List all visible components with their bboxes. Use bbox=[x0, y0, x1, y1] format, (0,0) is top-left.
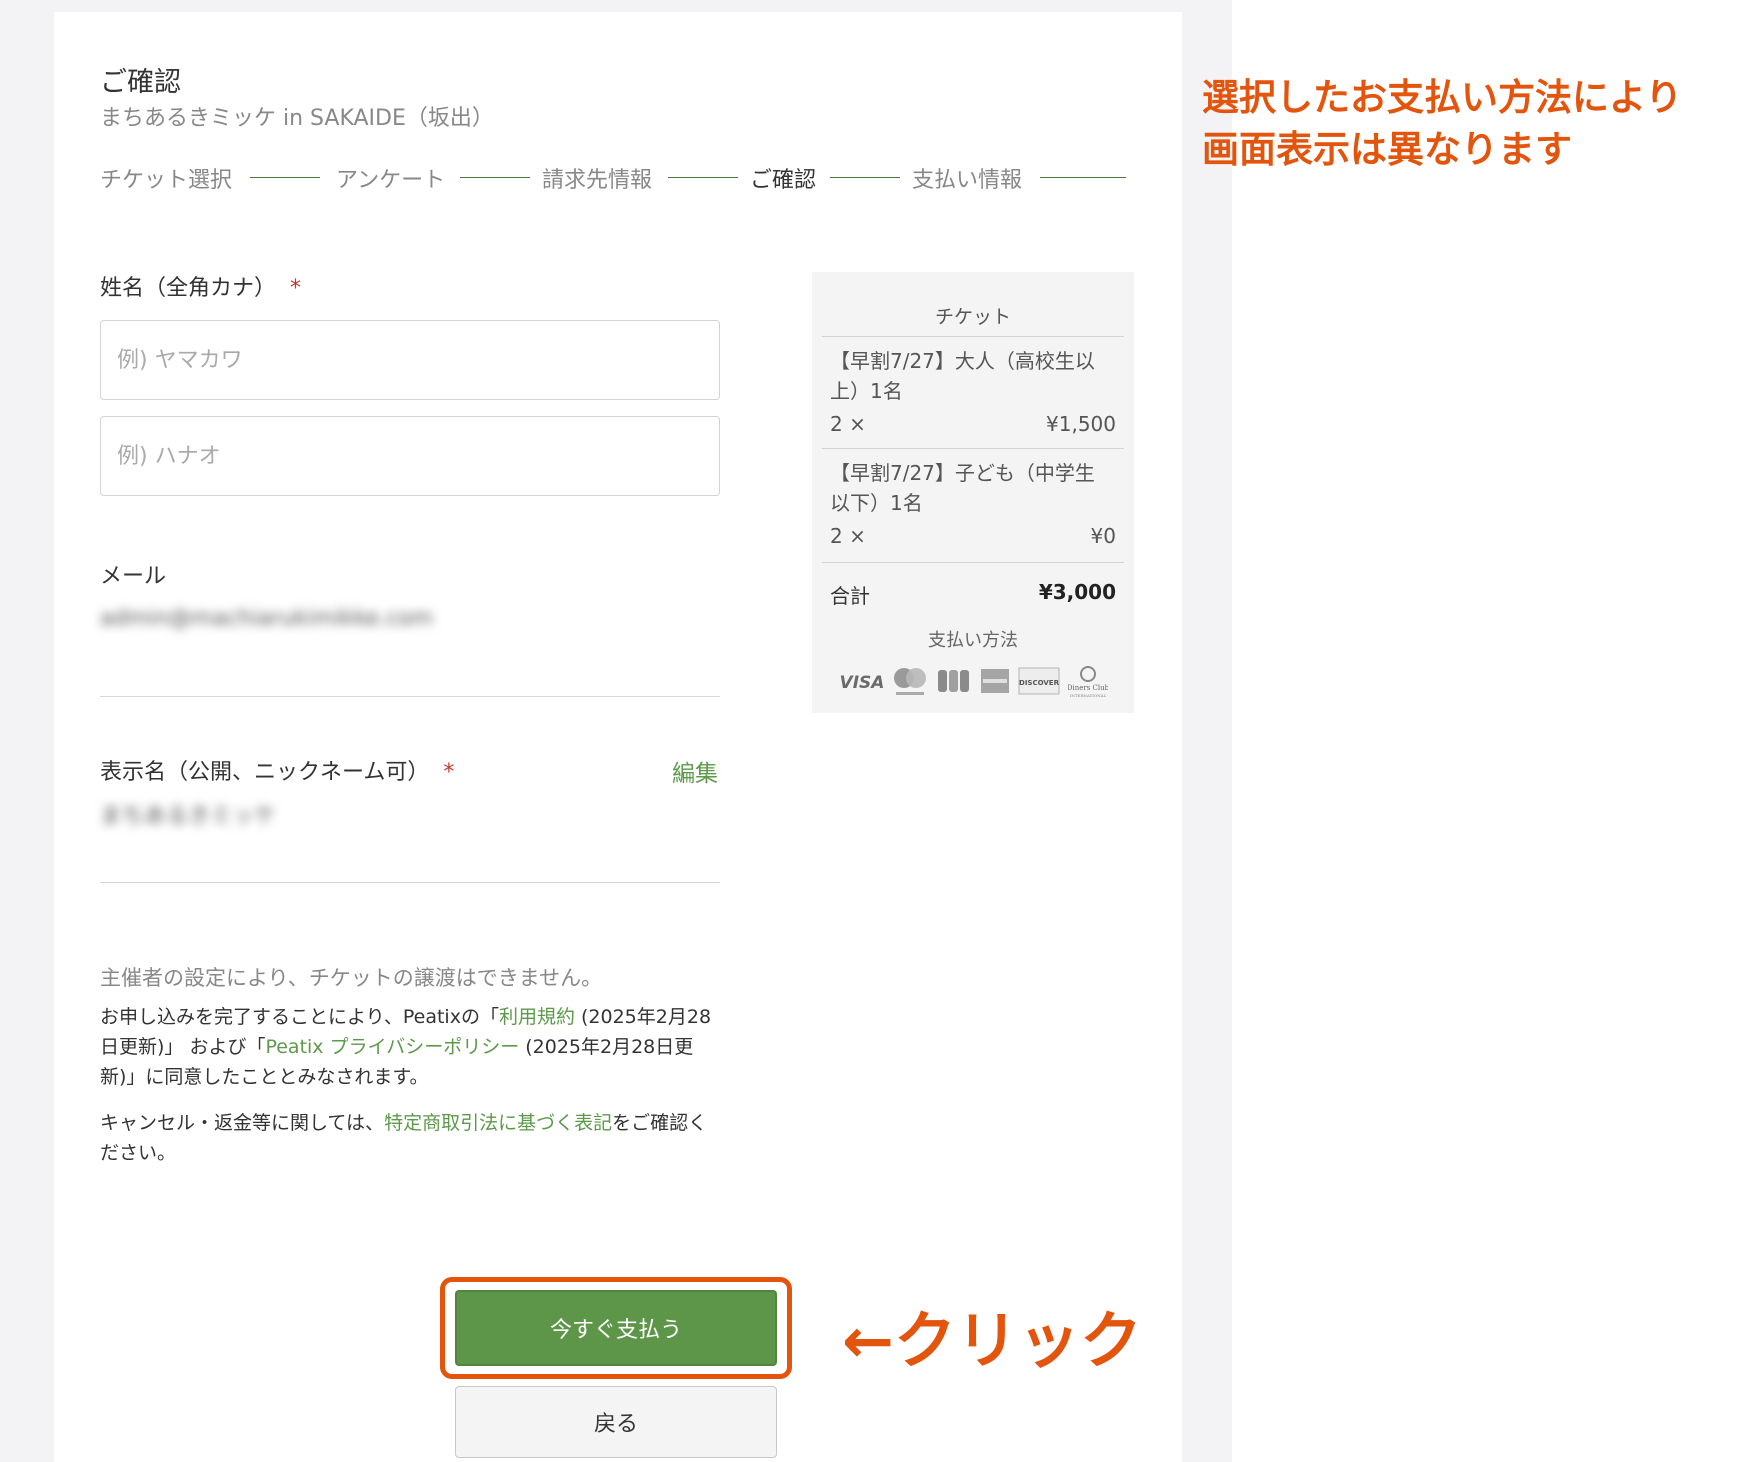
first-name-input[interactable] bbox=[100, 416, 720, 496]
discover-logo-icon: DISCOVER bbox=[1018, 667, 1060, 695]
cancel-notice: キャンセル・返金等に関しては、特定商取引法に基づく表記をご確認ください。 bbox=[100, 1112, 708, 1164]
step-ticket-select: チケット選択 bbox=[100, 168, 233, 193]
visa-logo-icon: VISA bbox=[840, 673, 885, 693]
summary-heading: チケット bbox=[934, 306, 1011, 328]
email-label: メール bbox=[100, 564, 167, 589]
name-label: 姓名（全角カナ） * bbox=[100, 276, 302, 301]
step-payment-info: 支払い情報 bbox=[912, 168, 1023, 193]
edit-display-name-link[interactable]: 編集 bbox=[672, 754, 718, 788]
privacy-policy-link[interactable]: Peatix プライバシーポリシー bbox=[265, 1036, 519, 1058]
total-value: ¥3,000 bbox=[1038, 580, 1116, 604]
step-connector bbox=[460, 177, 530, 178]
payment-method-heading: 支払い方法 bbox=[928, 630, 1018, 651]
card-brands: VISA DISCOVER Diners Club INTERNATIONAL bbox=[838, 664, 1118, 700]
display-name-label: 表示名（公開、ニックネーム可） * bbox=[100, 760, 455, 785]
diners-club-logo-icon: Diners Club INTERNATIONAL bbox=[1068, 666, 1108, 698]
step-connector bbox=[668, 177, 738, 178]
terms-agreement: お申し込みを完了することにより、Peatixの「利用規約 (2025年2月28日… bbox=[100, 1006, 712, 1088]
total-label: 合計 bbox=[830, 584, 870, 608]
ticket-qty: 2 × bbox=[830, 412, 866, 436]
checkout-card: ご確認 まちあるきミッケ in SAKAIDE（坂出） チケット選択 アンケート… bbox=[54, 12, 1182, 1462]
summary-divider bbox=[822, 336, 1124, 337]
click-annotation: ←クリック bbox=[842, 1304, 1142, 1377]
ticket-name: 【早割7/27】大人（高校生以上）1名 bbox=[830, 349, 1095, 403]
last-name-input[interactable] bbox=[100, 320, 720, 400]
jcb-logo-icon bbox=[938, 670, 969, 692]
divider bbox=[100, 696, 720, 697]
pay-now-button[interactable]: 今すぐ支払う bbox=[455, 1290, 777, 1366]
step-connector bbox=[250, 177, 320, 178]
terms-link[interactable]: 利用規約 bbox=[499, 1006, 575, 1028]
svg-text:VISA: VISA bbox=[840, 673, 885, 693]
display-name-value: まちあるきミッケ bbox=[100, 804, 277, 829]
svg-text:INTERNATIONAL: INTERNATIONAL bbox=[1070, 693, 1107, 698]
ticket-price: ¥1,500 bbox=[1046, 412, 1116, 436]
svg-text:Diners Club: Diners Club bbox=[1068, 684, 1108, 692]
ticket-price: ¥0 bbox=[1090, 524, 1116, 548]
step-connector bbox=[1040, 177, 1126, 178]
email-value: admin@machiarukimikke.com bbox=[100, 606, 434, 631]
step-survey: アンケート bbox=[336, 168, 446, 193]
ticket-name: 【早割7/27】子ども（中学生以下）1名 bbox=[830, 461, 1095, 515]
required-mark: * bbox=[443, 760, 455, 785]
event-name: まちあるきミッケ in SAKAIDE（坂出） bbox=[100, 106, 494, 131]
ticket-qty: 2 × bbox=[830, 524, 866, 548]
transfer-notice: 主催者の設定により、チケットの譲渡はできません。 bbox=[100, 966, 603, 990]
divider bbox=[100, 882, 720, 883]
svg-text:DISCOVER: DISCOVER bbox=[1019, 679, 1060, 687]
mastercard-logo-icon bbox=[894, 668, 926, 695]
summary-divider bbox=[822, 562, 1124, 563]
summary-divider bbox=[822, 448, 1124, 449]
step-billing-info: 請求先情報 bbox=[542, 168, 653, 193]
payment-method-note: 選択したお支払い方法により 画面表示は異なります bbox=[1202, 76, 1683, 171]
back-button[interactable]: 戻る bbox=[455, 1386, 777, 1458]
required-mark: * bbox=[290, 276, 302, 301]
tokusho-link[interactable]: 特定商取引法に基づく表記 bbox=[384, 1112, 612, 1134]
step-connector bbox=[830, 177, 900, 178]
page-title: ご確認 bbox=[100, 67, 181, 98]
step-confirm: ご確認 bbox=[750, 168, 817, 193]
amex-logo-icon bbox=[981, 669, 1009, 693]
order-summary: チケット 【早割7/27】大人（高校生以上）1名 2 × ¥1,500 【早割7… bbox=[812, 272, 1134, 713]
